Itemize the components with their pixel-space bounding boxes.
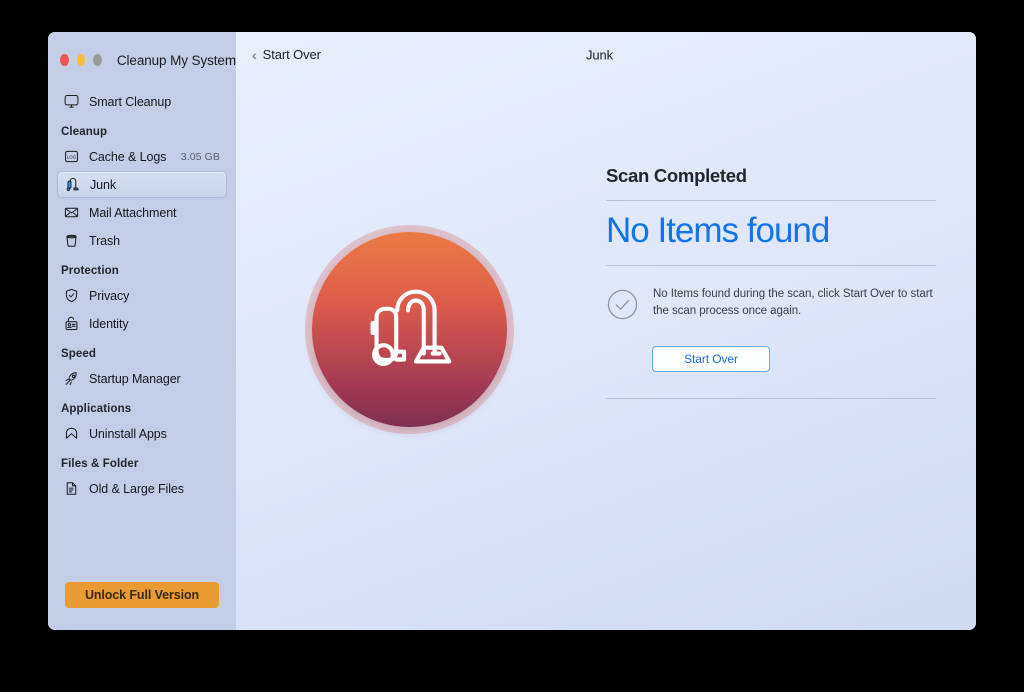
sidebar-item-identity[interactable]: Identity (57, 310, 227, 337)
scan-result-panel: Scan Completed No Items found No Items f… (606, 165, 936, 400)
sidebar-item-label: Uninstall Apps (89, 426, 167, 441)
sidebar-group-header: Cleanup (61, 126, 108, 138)
sidebar-item-label: Old & Large Files (89, 481, 184, 496)
minimize-button[interactable] (76, 54, 86, 66)
sidebar-group-header: Applications (61, 403, 132, 415)
start-over-back-button[interactable]: ‹ Start Over (252, 47, 321, 62)
scan-description-text: No Items found during the scan, click St… (653, 288, 933, 317)
divider-bottom (606, 398, 936, 400)
svg-text:LOG: LOG (66, 154, 76, 159)
sidebar-item-junk[interactable]: Junk (57, 171, 227, 198)
app-title: Cleanup My System (116, 52, 236, 68)
sidebar-item-label: Identity (89, 316, 129, 331)
sidebar-item-mail-attachment[interactable]: Mail Attachment (57, 199, 227, 226)
content-area: ‹ Start Over Junk Scan Completed No Item… (236, 32, 976, 630)
content-body: Scan Completed No Items found No Items f… (236, 77, 976, 630)
title-bar: Cleanup My System (48, 32, 236, 72)
shield-check-icon (61, 286, 81, 306)
sidebar-item-old-large-files[interactable]: Old & Large Files (57, 475, 227, 502)
document-icon (61, 479, 81, 499)
vacuum-cleaner-illustration (312, 232, 507, 427)
sidebar-item-label: Trash (89, 233, 120, 248)
sidebar-item-label: Mail Attachment (89, 205, 177, 220)
toolbar: ‹ Start Over Junk (236, 32, 976, 77)
sidebar-item-uninstall-apps[interactable]: Uninstall Apps (57, 420, 227, 447)
start-over-section: Start Over (606, 326, 936, 373)
sidebar-item-size: 3.05 GB (180, 150, 220, 163)
unlock-full-version-button[interactable]: Unlock Full Version (65, 582, 219, 608)
vacuum-icon (62, 175, 82, 195)
start-over-button[interactable]: Start Over (652, 346, 770, 373)
sidebar-group-header: Protection (61, 265, 119, 277)
zoom-button[interactable] (93, 54, 102, 66)
unlock-section: Unlock Full Version (48, 582, 236, 630)
sidebar-item-startup-manager[interactable]: Startup Manager (57, 365, 227, 392)
check-circle-icon (606, 288, 639, 326)
chevron-left-icon: ‹ (252, 46, 257, 63)
sidebar: Cleanup My System Smart Cleanup Cleanup (48, 32, 236, 630)
sidebar-group-header: Speed (61, 348, 97, 360)
sidebar-item-label: Smart Cleanup (89, 94, 172, 109)
arch-app-icon (61, 424, 81, 444)
app-window: Cleanup My System Smart Cleanup Cleanup (48, 32, 976, 630)
sidebar-nav: Smart Cleanup Cleanup LOG Cache & Logs 3… (48, 86, 236, 582)
close-button[interactable] (60, 54, 69, 66)
scan-description-row: No Items found during the scan, click St… (606, 266, 936, 326)
sidebar-group-header: Files & Folder (61, 458, 139, 470)
sidebar-item-label: Cache & Logs (89, 149, 167, 164)
log-file-icon: LOG (61, 147, 81, 167)
sidebar-item-cache-logs[interactable]: LOG Cache & Logs 3.05 GB (57, 143, 227, 170)
scan-result-text: No Items found (606, 211, 830, 250)
trash-icon (61, 231, 81, 251)
scan-status-heading: Scan Completed (606, 165, 747, 186)
id-lock-icon (61, 314, 81, 334)
sidebar-item-label: Startup Manager (89, 371, 181, 386)
envelope-icon (61, 203, 81, 223)
sidebar-item-label: Privacy (89, 288, 130, 303)
sidebar-item-privacy[interactable]: Privacy (57, 282, 227, 309)
monitor-icon (61, 92, 81, 112)
back-button-label: Start Over (262, 47, 321, 62)
rocket-icon (61, 369, 81, 389)
page-title: Junk (586, 47, 614, 62)
sidebar-item-smart-cleanup[interactable]: Smart Cleanup (57, 88, 227, 115)
sidebar-item-trash[interactable]: Trash (57, 227, 227, 254)
sidebar-item-label: Junk (90, 177, 117, 192)
